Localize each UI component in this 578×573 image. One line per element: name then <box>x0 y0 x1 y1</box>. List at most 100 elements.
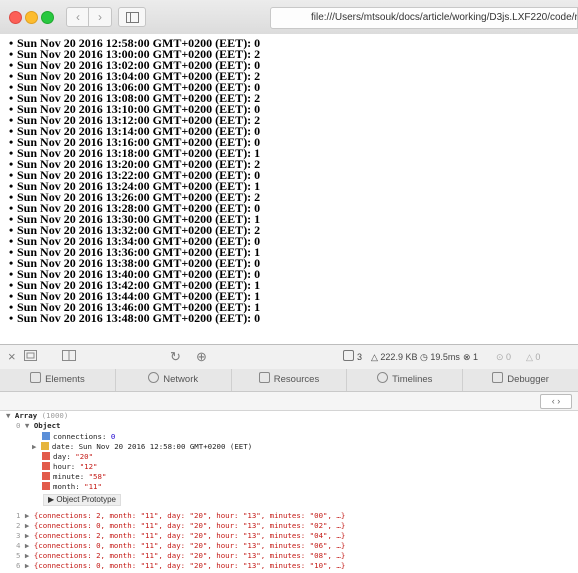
row-summary: {connections: 2, month: "11", day: "20",… <box>33 511 346 520</box>
string-icon <box>42 472 50 480</box>
prop-hour: hour: "12" <box>42 462 98 472</box>
clock-icon: ◷ <box>420 352 431 362</box>
network-icon <box>148 372 160 383</box>
row-summary: {connections: 0, month: "11", day: "20",… <box>33 521 346 530</box>
tab-network[interactable]: Network <box>116 369 232 391</box>
prop-key: date: <box>51 442 75 451</box>
disclosure-open-icon: ▼ <box>6 411 15 420</box>
resources-count-value: 3 <box>357 352 363 362</box>
array-label: Array <box>14 411 38 420</box>
console-subbar: ‹ › <box>0 392 578 411</box>
warning-icon: ⊙ <box>496 352 507 362</box>
disclosure-closed-icon: ▶ <box>20 531 34 540</box>
disclosure-closed-icon: ▶ <box>32 442 41 451</box>
prop-value: "11" <box>84 482 102 491</box>
page-size: △ 222.9 KB <box>371 350 417 364</box>
prop-key: month: <box>53 482 80 491</box>
inspector-toolbar: × ↻ ⊕ 3 △ 222.9 KB ◷ 19.5ms ⊗ 1 ⊙ 0 △ 0 <box>0 344 578 370</box>
date-list: Sun Nov 20 2016 12:58:00 GMT+0200 (EET):… <box>0 37 578 324</box>
load-time: ◷ 19.5ms <box>420 350 460 364</box>
reload-icon[interactable]: ↻ <box>170 349 181 365</box>
error-count-value: 1 <box>473 352 479 362</box>
log-count[interactable]: △ 0 <box>526 350 540 364</box>
zoom-window-button[interactable] <box>41 11 54 24</box>
warning-count[interactable]: ⊙ 0 <box>496 350 511 364</box>
timelines-icon <box>377 372 389 383</box>
row-summary: {connections: 0, month: "11", day: "20",… <box>33 561 346 570</box>
browser-toolbar: ‹ › file:///Users/mtsouk/docs/article/wo… <box>0 0 578 35</box>
array-count: (1000) <box>41 411 69 420</box>
tab-timelines[interactable]: Timelines <box>347 369 464 391</box>
page-size-value: 222.9 KB <box>380 352 418 362</box>
prop-value: "58" <box>88 472 107 481</box>
prop-key: hour: <box>53 462 76 471</box>
index-0: 0 <box>16 421 21 430</box>
disclosure-open-icon: ▼ <box>24 421 34 430</box>
string-icon <box>42 452 50 460</box>
close-inspector-button[interactable]: × <box>8 349 16 365</box>
console-row[interactable]: 5 ▶ {connections: 2, month: "11", day: "… <box>16 551 345 561</box>
disclosure-closed-icon: ▶ <box>20 521 34 530</box>
prop-month: month: "11" <box>42 482 102 492</box>
console-row[interactable]: 4 ▶ {connections: 0, month: "11", day: "… <box>16 541 345 551</box>
tab-network-label: Network <box>163 374 199 385</box>
prop-key: day: <box>53 452 71 461</box>
prop-connections: connections: 0 <box>42 432 115 442</box>
close-window-button[interactable] <box>9 11 22 24</box>
list-item: Sun Nov 20 2016 13:48:00 GMT+0200 (EET):… <box>9 312 578 324</box>
console-output: ▼ Array (1000) 0 ▼ Object connections: 0… <box>0 411 578 573</box>
tab-elements-label: Elements <box>45 374 85 385</box>
number-icon <box>42 432 50 440</box>
prop-date[interactable]: ▶ date: Sun Nov 20 2016 12:58:00 GMT+020… <box>32 442 252 452</box>
resources-icon <box>258 372 270 383</box>
elements-icon <box>30 372 42 383</box>
log-count-value: 0 <box>535 352 541 362</box>
load-time-value: 19.5ms <box>430 352 460 362</box>
history-nav-button[interactable]: ‹ › <box>540 394 572 409</box>
string-icon <box>42 462 50 470</box>
download-icon[interactable]: ⊕ <box>196 349 207 365</box>
prop-value: "12" <box>79 462 98 471</box>
forward-button[interactable]: › <box>88 7 112 27</box>
error-icon: ⊗ <box>463 352 474 362</box>
object-line[interactable]: 0 ▼ Object <box>16 421 61 431</box>
prop-key: minute: <box>53 472 85 481</box>
sidebar-icon <box>126 12 139 23</box>
object-icon <box>40 442 49 450</box>
log-icon: △ <box>526 352 536 362</box>
console-row[interactable]: 3 ▶ {connections: 2, month: "11", day: "… <box>16 531 345 541</box>
string-icon <box>42 482 50 490</box>
console-row[interactable]: 2 ▶ {connections: 0, month: "11", day: "… <box>16 521 345 531</box>
prop-value: 0 <box>110 432 116 441</box>
prop-key: connections: <box>53 432 107 441</box>
error-count[interactable]: ⊗ 1 <box>463 350 478 364</box>
disclosure-closed-icon: ▶ <box>20 541 34 550</box>
disclosure-closed-icon: ▶ <box>20 551 34 560</box>
disclosure-closed-icon: ▶ <box>20 511 34 520</box>
dock-icon[interactable] <box>24 349 37 365</box>
minimize-window-button[interactable] <box>25 11 38 24</box>
debugger-icon <box>492 372 504 383</box>
object-prototype-label: Object Prototype <box>56 495 116 504</box>
console-row[interactable]: 1 ▶ {connections: 2, month: "11", day: "… <box>16 511 345 521</box>
tab-debugger[interactable]: Debugger <box>463 369 578 391</box>
address-bar[interactable]: file:///Users/mtsouk/docs/article/workin… <box>270 7 578 29</box>
row-summary: {connections: 2, month: "11", day: "20",… <box>33 531 346 540</box>
warning-count-value: 0 <box>506 352 512 362</box>
tab-elements[interactable]: Elements <box>0 369 116 391</box>
back-button[interactable]: ‹ <box>66 7 90 27</box>
object-prototype[interactable]: ▶ Object Prototype <box>43 494 121 506</box>
resources-count: 3 <box>343 350 362 364</box>
tab-resources[interactable]: Resources <box>232 369 348 391</box>
document-icon <box>343 350 354 361</box>
tab-debugger-label: Debugger <box>507 374 549 385</box>
split-view-icon[interactable] <box>62 349 76 365</box>
prop-value: Sun Nov 20 2016 12:58:00 GMT+0200 (EET) <box>78 442 253 451</box>
row-summary: {connections: 0, month: "11", day: "20",… <box>33 541 346 550</box>
size-icon: △ <box>371 352 381 362</box>
tab-resources-label: Resources <box>273 374 320 385</box>
array-line[interactable]: ▼ Array (1000) <box>6 411 68 421</box>
console-row[interactable]: 6 ▶ {connections: 0, month: "11", day: "… <box>16 561 345 571</box>
sidebar-toggle-button[interactable] <box>118 7 146 27</box>
prop-value: "20" <box>75 452 94 461</box>
